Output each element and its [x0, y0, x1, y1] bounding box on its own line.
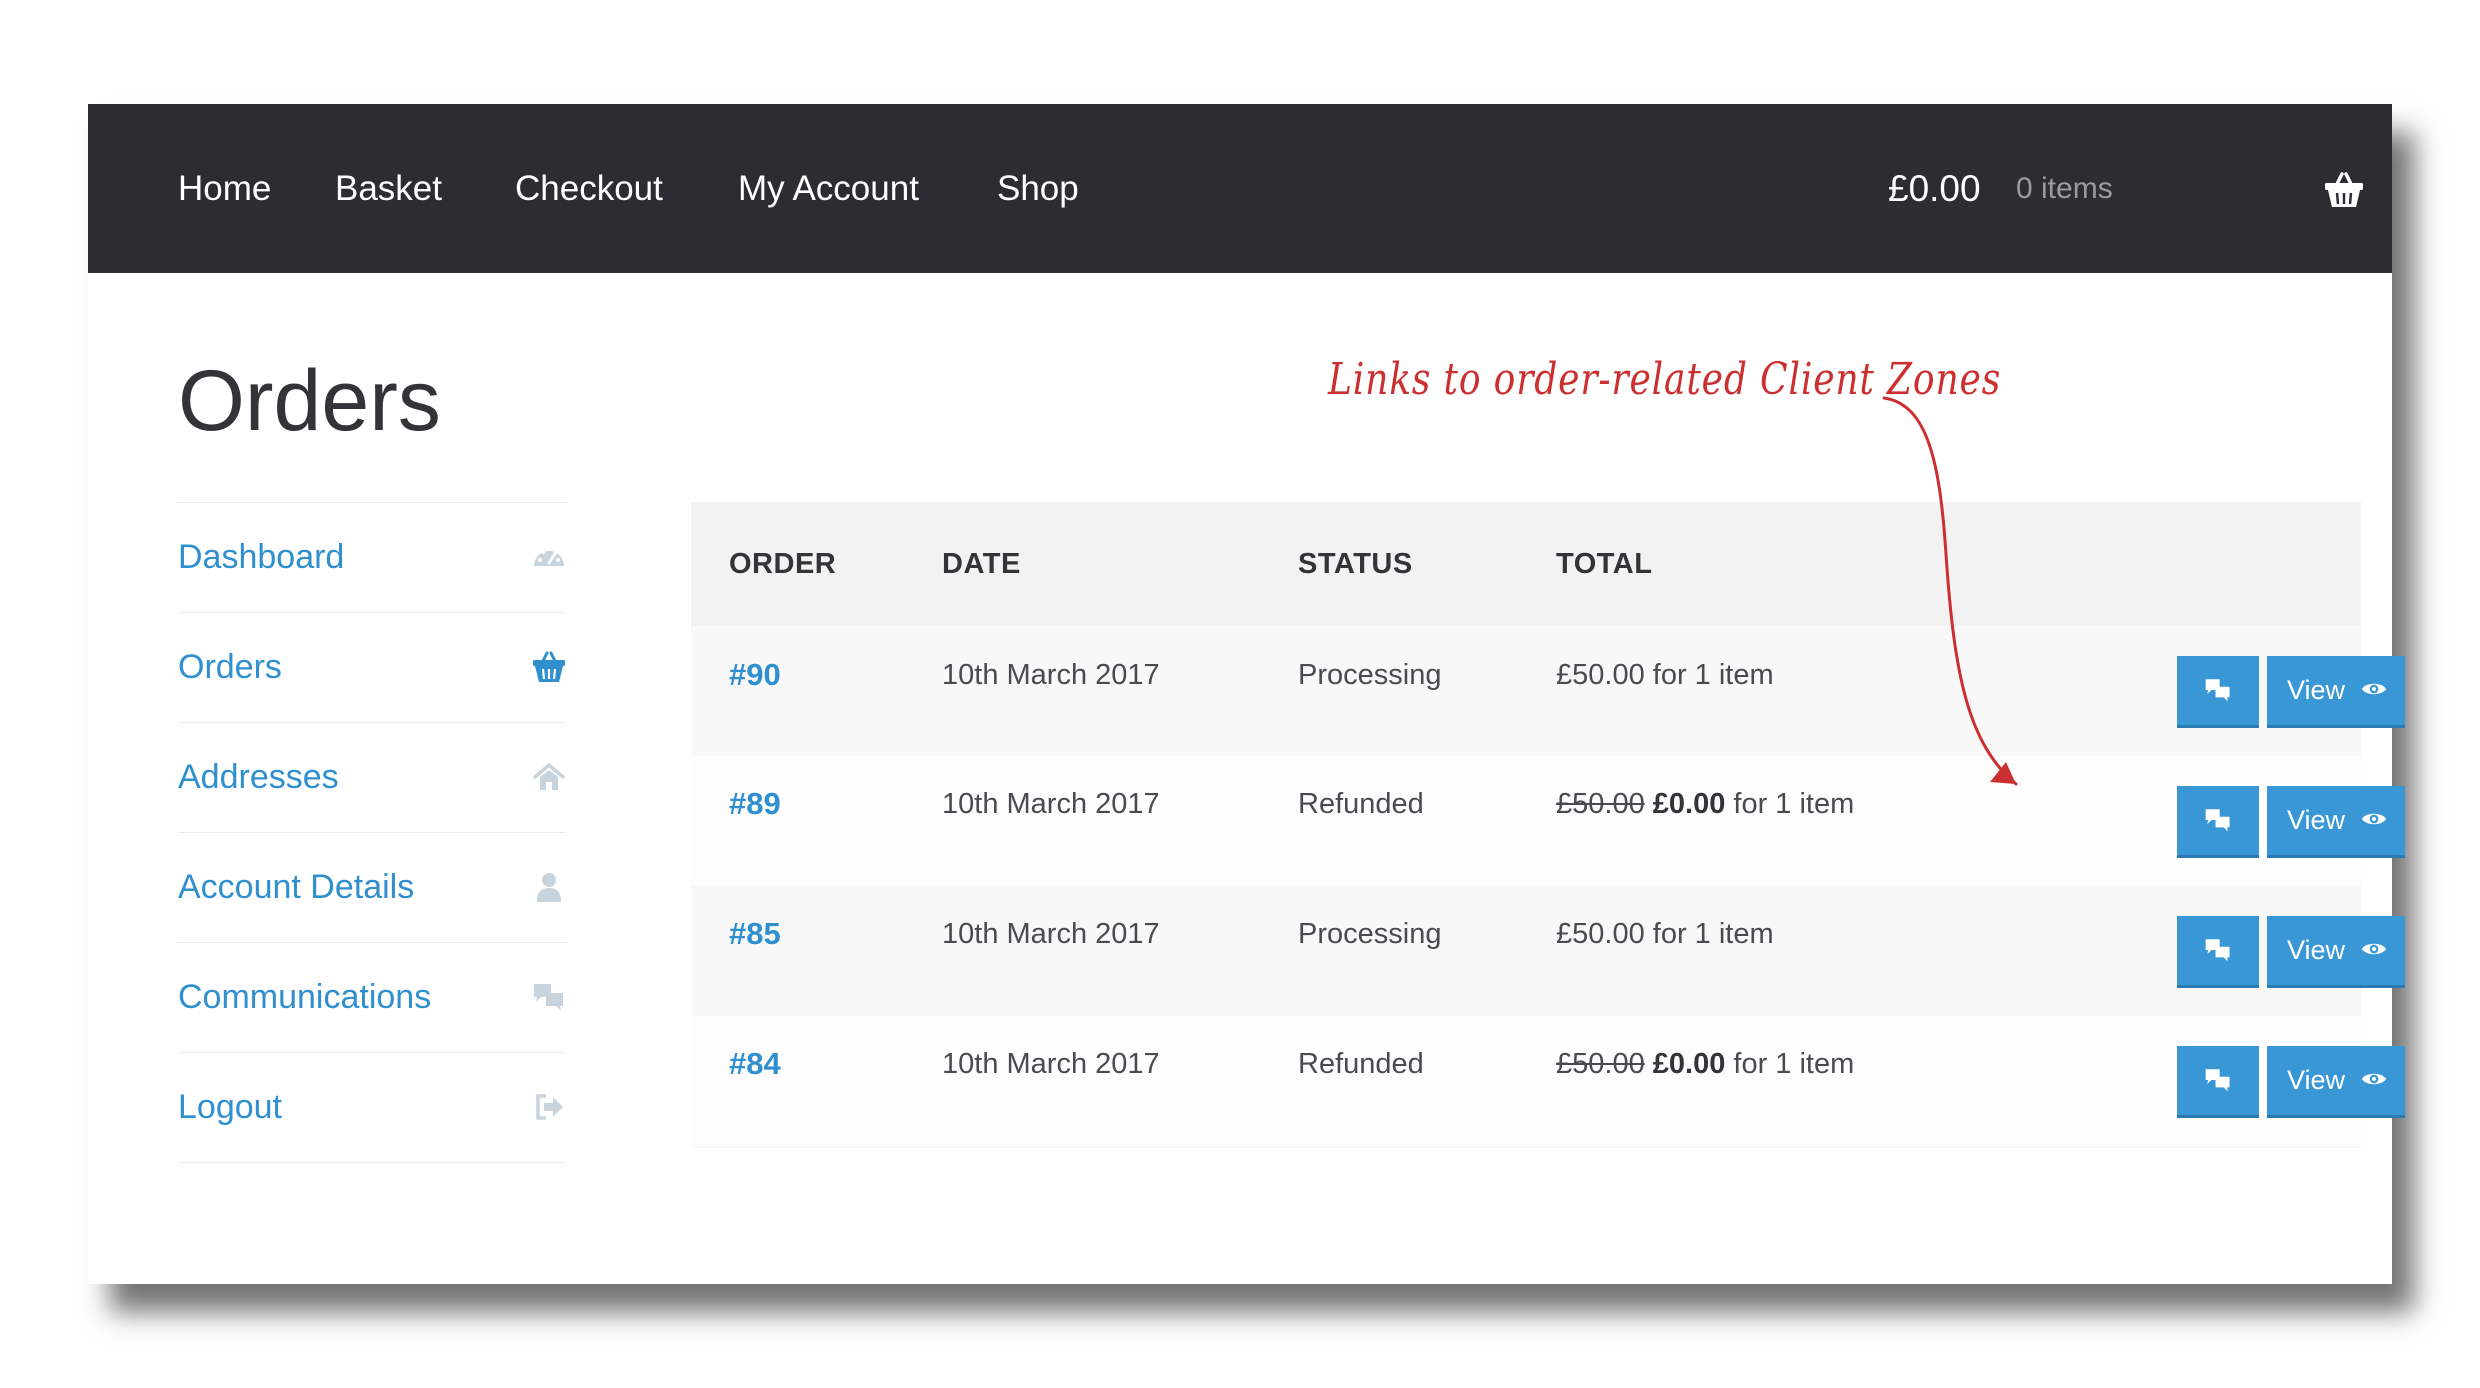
comments-icon — [2205, 939, 2230, 962]
table-row: #89 10th March 2017 Refunded £50.00 £0.0… — [691, 756, 2405, 886]
communications-button[interactable] — [2177, 786, 2259, 858]
sidebar-item-label[interactable]: Account Details — [178, 833, 414, 942]
orders-table: ORDER DATE STATUS TOTAL #90 10th March 2… — [691, 502, 2405, 1148]
communications-button[interactable] — [2177, 916, 2259, 988]
total-amount: £50.00 — [1556, 918, 1645, 950]
sidebar-item-label[interactable]: Orders — [178, 613, 282, 722]
eye-icon — [2361, 683, 2387, 695]
sidebar-item-label[interactable]: Communications — [178, 943, 431, 1052]
nav-my-account-link[interactable]: My Account — [738, 104, 919, 273]
basket-icon[interactable] — [2324, 172, 2364, 208]
annotation-arrow-icon — [1882, 396, 2018, 786]
eye-icon — [2361, 1073, 2387, 1085]
dashboard-icon — [534, 547, 564, 566]
table-header: ORDER DATE STATUS TOTAL — [691, 502, 2361, 626]
sidebar-item-addresses[interactable]: Addresses — [178, 722, 566, 832]
sidebar-item-communications[interactable]: Communications — [178, 942, 566, 1052]
sign-out-icon — [536, 1094, 563, 1120]
order-status: Refunded — [1298, 1048, 1424, 1080]
column-header-order: ORDER — [729, 548, 837, 580]
eye-icon — [2361, 943, 2387, 955]
order-date: 10th March 2017 — [942, 788, 1160, 820]
total-suffix: for 1 item — [1725, 1048, 1855, 1080]
table-row: #84 10th March 2017 Refunded £50.00 £0.0… — [691, 1016, 2405, 1146]
total-amount: £50.00 — [1556, 659, 1645, 691]
order-status: Processing — [1298, 918, 1442, 950]
total-suffix: for 1 item — [1644, 659, 1774, 691]
view-order-button[interactable]: View — [2267, 656, 2405, 728]
user-icon — [537, 873, 561, 902]
total-suffix: for 1 item — [1644, 918, 1774, 950]
column-header-status: STATUS — [1298, 548, 1413, 580]
nav-home-link[interactable]: Home — [178, 104, 271, 273]
view-order-button[interactable]: View — [2267, 916, 2405, 988]
view-order-button[interactable]: View — [2267, 1046, 2405, 1118]
top-navigation-bar: Home Basket Checkout My Account Shop £0.… — [88, 104, 2392, 273]
order-date: 10th March 2017 — [942, 918, 1160, 950]
view-button-label: View — [2287, 935, 2346, 965]
comments-icon — [2205, 1069, 2230, 1092]
order-total: £50.00 for 1 item — [1556, 655, 1774, 695]
communications-button[interactable] — [2177, 656, 2259, 728]
column-header-date: DATE — [942, 548, 1021, 580]
cart-item-count[interactable]: 0 items — [2016, 104, 2113, 273]
order-total: £50.00 £0.00 for 1 item — [1556, 1044, 1854, 1084]
basket-icon — [533, 651, 565, 682]
original-total: £50.00 — [1556, 1048, 1645, 1080]
nav-basket-link[interactable]: Basket — [335, 104, 442, 273]
order-number-link[interactable]: #84 — [729, 1044, 781, 1084]
order-date: 10th March 2017 — [942, 659, 1160, 691]
original-total: £50.00 — [1556, 788, 1645, 820]
table-row: #85 10th March 2017 Processing £50.00 fo… — [691, 886, 2405, 1016]
eye-icon — [2361, 813, 2387, 825]
sidebar-item-orders[interactable]: Orders — [178, 612, 566, 722]
column-header-total: TOTAL — [1556, 548, 1653, 580]
total-suffix: for 1 item — [1725, 788, 1855, 820]
order-number-link[interactable]: #90 — [729, 655, 781, 695]
cart-total[interactable]: £0.00 — [1888, 104, 1981, 273]
sidebar-item-label[interactable]: Dashboard — [178, 503, 344, 612]
order-status: Refunded — [1298, 788, 1424, 820]
page-frame: Home Basket Checkout My Account Shop £0.… — [88, 104, 2405, 1284]
account-sidebar: Dashboard Orders Addresses Account Detai… — [178, 502, 566, 1163]
table-row: #90 10th March 2017 Processing £50.00 fo… — [691, 626, 2405, 756]
communications-button[interactable] — [2177, 1046, 2259, 1118]
view-order-button[interactable]: View — [2267, 786, 2405, 858]
view-button-label: View — [2287, 805, 2346, 835]
nav-checkout-link[interactable]: Checkout — [515, 104, 663, 273]
sidebar-item-label[interactable]: Logout — [178, 1053, 282, 1162]
sidebar-item-label[interactable]: Addresses — [178, 723, 339, 832]
order-number-link[interactable]: #89 — [729, 784, 781, 824]
sidebar-item-logout[interactable]: Logout — [178, 1052, 566, 1163]
order-total: £50.00 for 1 item — [1556, 914, 1774, 954]
view-button-label: View — [2287, 1065, 2346, 1095]
sidebar-item-dashboard[interactable]: Dashboard — [178, 502, 566, 612]
total-amount: £0.00 — [1652, 1048, 1726, 1080]
comments-icon — [2205, 679, 2230, 702]
order-number-link[interactable]: #85 — [729, 914, 781, 954]
order-date: 10th March 2017 — [942, 1048, 1160, 1080]
order-total: £50.00 £0.00 for 1 item — [1556, 784, 1854, 824]
view-button-label: View — [2287, 675, 2346, 705]
nav-shop-link[interactable]: Shop — [997, 104, 1079, 273]
page-title: Orders — [178, 353, 441, 449]
home-icon — [533, 762, 565, 790]
total-amount: £0.00 — [1652, 788, 1726, 820]
comments-icon — [2205, 809, 2230, 832]
sidebar-item-account-details[interactable]: Account Details — [178, 832, 566, 942]
order-status: Processing — [1298, 659, 1442, 691]
comments-icon — [534, 984, 563, 1011]
